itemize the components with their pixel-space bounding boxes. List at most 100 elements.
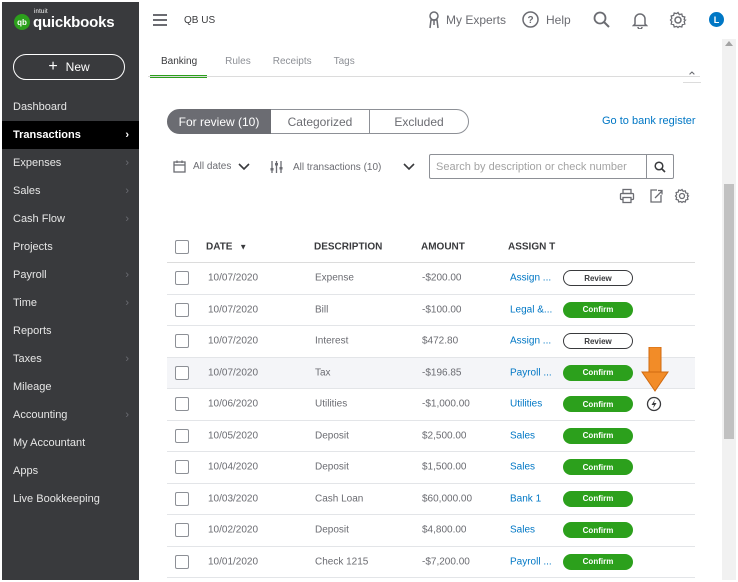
table-row[interactable]: 10/02/2020 Deposit $4,800.00 Sales Confirm — [167, 515, 695, 547]
svg-text:?: ? — [527, 15, 533, 26]
amount-cell: -$7,200.00 — [422, 556, 470, 568]
search-input[interactable]: Search by description or check number — [429, 154, 647, 179]
sidebar-item-sales[interactable]: Sales › — [2, 177, 139, 205]
sidebar-item-apps[interactable]: Apps — [2, 457, 139, 485]
review-button[interactable]: Review — [563, 333, 633, 350]
tab-rules[interactable]: Rules — [225, 56, 251, 78]
export-icon[interactable] — [648, 188, 664, 204]
dates-filter[interactable]: All dates — [173, 160, 250, 173]
table-row[interactable]: 10/07/2020 Tax -$196.85 Payroll ... Confirm — [167, 357, 695, 389]
confirm-button[interactable]: Confirm — [563, 396, 633, 413]
bell-icon[interactable] — [632, 11, 648, 29]
row-checkbox[interactable] — [175, 460, 189, 475]
assign-to-link[interactable]: Utilities — [510, 399, 542, 410]
sidebar-item-time[interactable]: Time › — [2, 289, 139, 317]
table-row[interactable]: 10/07/2020 Interest $472.80 Assign ... Revie… — [167, 326, 695, 358]
row-checkbox[interactable] — [175, 302, 189, 317]
assign-to-link[interactable]: Sales — [510, 525, 535, 536]
quickbooks-logo[interactable]: qb intuit quickbooks — [14, 9, 115, 34]
select-all-checkbox[interactable] — [175, 240, 189, 254]
chevron-right-icon: › — [125, 353, 129, 365]
sidebar-item-transactions[interactable]: Transactions › — [2, 121, 139, 149]
categorized-button[interactable]: Categorized — [271, 109, 370, 134]
assign-to-link[interactable]: Payroll ... — [510, 367, 552, 378]
sidebar-item-cash-flow[interactable]: Cash Flow › — [2, 205, 139, 233]
date-cell: 10/06/2020 — [208, 398, 259, 410]
table-row[interactable]: 10/04/2020 Deposit $1,500.00 Sales Confirm — [167, 452, 695, 484]
quickbooks-wordmark: quickbooks — [33, 13, 115, 31]
collapse-chevron-icon[interactable]: ⌃ — [683, 70, 701, 83]
tab-receipts[interactable]: Receipts — [273, 56, 312, 78]
print-icon[interactable] — [619, 188, 635, 204]
sidebar-item-label: Time — [13, 297, 38, 309]
tab-tags[interactable]: Tags — [334, 56, 355, 78]
rule-lightning-icon[interactable] — [646, 396, 662, 412]
assign-to-link[interactable]: Assign ... — [510, 336, 551, 347]
table-row[interactable]: 10/01/2020 Check 1215 -$7,200.00 Payroll ..… — [167, 547, 695, 578]
confirm-button[interactable]: Confirm — [563, 427, 633, 444]
sidebar-item-reports[interactable]: Reports — [2, 317, 139, 345]
row-checkbox[interactable] — [175, 271, 189, 286]
confirm-button[interactable]: Confirm — [563, 364, 633, 381]
tab-banking[interactable]: Banking — [150, 56, 208, 78]
confirm-button[interactable]: Confirm — [563, 553, 633, 570]
description-column-header: DESCRIPTION — [314, 241, 383, 253]
table-row[interactable]: 10/07/2020 Expense -$200.00 Assign ... Revie… — [167, 263, 695, 295]
assign-to-link[interactable]: Assign ... — [510, 273, 551, 284]
review-button[interactable]: Review — [563, 270, 633, 287]
assign-to-link[interactable]: Legal &... — [510, 304, 552, 315]
row-checkbox[interactable] — [175, 554, 189, 569]
my-experts-button[interactable]: My Experts — [427, 11, 506, 29]
sidebar-item-payroll[interactable]: Payroll › — [2, 261, 139, 289]
assign-to-link[interactable]: Sales — [510, 462, 535, 473]
scrollbar-thumb[interactable] — [724, 184, 734, 439]
scrollbar[interactable] — [722, 39, 736, 580]
sidebar-item-dashboard[interactable]: Dashboard — [2, 93, 139, 121]
excluded-button[interactable]: Excluded — [369, 109, 469, 134]
avatar[interactable]: L — [709, 12, 724, 27]
sidebar-item-expenses[interactable]: Expenses › — [2, 149, 139, 177]
gear-icon[interactable] — [669, 11, 687, 29]
sidebar-item-mileage[interactable]: Mileage — [2, 373, 139, 401]
amount-column-header: AMOUNT — [421, 241, 465, 253]
table-row[interactable]: 10/07/2020 Bill -$100.00 Legal &... Confirm — [167, 295, 695, 326]
date-column-header[interactable]: DATE ▼ — [206, 242, 247, 253]
confirm-button[interactable]: Confirm — [563, 522, 633, 539]
row-checkbox[interactable] — [175, 334, 189, 349]
row-checkbox[interactable] — [175, 523, 189, 538]
new-button[interactable]: + New — [13, 54, 125, 80]
row-checkbox[interactable] — [175, 491, 189, 506]
search-icon[interactable] — [593, 11, 611, 29]
row-checkbox[interactable] — [175, 428, 189, 443]
description-cell: Utilities — [315, 398, 348, 410]
confirm-button[interactable]: Confirm — [563, 490, 633, 507]
row-checkbox[interactable] — [175, 365, 189, 380]
plus-icon: + — [48, 58, 58, 75]
hamburger-menu-icon[interactable] — [153, 14, 167, 29]
settings-gear-icon[interactable] — [674, 188, 690, 204]
transactions-filter[interactable]: All transactions (10) — [269, 160, 415, 174]
confirm-button[interactable]: Confirm — [563, 459, 633, 476]
table-row[interactable]: 10/03/2020 Cash Loan $60,000.00 Bank 1 Confi… — [167, 484, 695, 515]
assign-to-link[interactable]: Payroll ... — [510, 556, 552, 567]
table-row[interactable]: 10/05/2020 Deposit $2,500.00 Sales Confirm — [167, 421, 695, 452]
person-icon — [429, 11, 439, 29]
confirm-button[interactable]: Confirm — [563, 301, 633, 318]
assign-to-link[interactable]: Sales — [510, 430, 535, 441]
search-button[interactable] — [647, 154, 674, 179]
assign-to-column-header: ASSIGN T — [508, 241, 556, 253]
for-review-button[interactable]: For review (10) — [167, 109, 271, 134]
sidebar-item-accounting[interactable]: Accounting › — [2, 401, 139, 429]
assign-to-link[interactable]: Bank 1 — [510, 493, 541, 504]
scroll-up-icon[interactable] — [725, 41, 733, 46]
sidebar-item-projects[interactable]: Projects — [2, 233, 139, 261]
review-status-segment: For review (10) Categorized Excluded — [167, 109, 469, 134]
sidebar-item-label: Transactions — [13, 129, 81, 141]
sidebar-item-live-bookkeeping[interactable]: Live Bookkeeping — [2, 485, 139, 513]
help-button[interactable]: ? Help — [522, 11, 571, 28]
sidebar-item-my-accountant[interactable]: My Accountant — [2, 429, 139, 457]
sidebar-item-taxes[interactable]: Taxes › — [2, 345, 139, 373]
table-row[interactable]: 10/06/2020 Utilities -$1,000.00 Utilities Co… — [167, 389, 695, 421]
go-to-bank-register-link[interactable]: Go to bank register — [602, 115, 696, 127]
row-checkbox[interactable] — [175, 397, 189, 412]
